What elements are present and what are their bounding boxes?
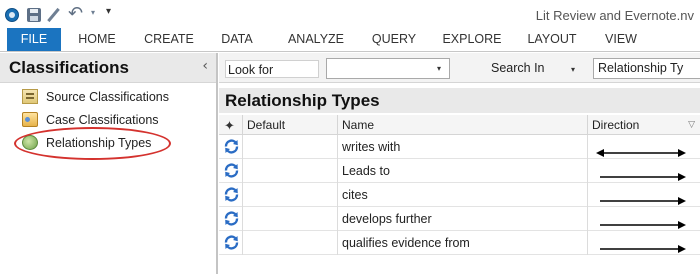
name-cell[interactable]: Leads to [338,159,588,183]
nav-item-label: Source Classifications [46,90,169,104]
look-for-label: Look for [225,60,319,78]
chevron-down-icon[interactable]: ▾ [437,64,441,73]
name-cell[interactable]: qualifies evidence from [338,231,588,255]
customize-toolbar-icon[interactable]: ▾ [106,6,111,17]
name-cell[interactable]: writes with [338,135,588,159]
save-icon[interactable] [27,8,41,22]
name-cell[interactable]: develops further [338,207,588,231]
collapse-pane-icon[interactable]: ‹ [202,58,208,74]
undo-icon[interactable]: ↶ [68,3,83,24]
table-row[interactable]: writes with [219,135,700,159]
relationship-refresh-icon [223,162,240,179]
table-row[interactable]: Leads to [219,159,700,183]
column-header-direction-label: Direction [592,118,640,132]
case-classification-icon [22,112,38,127]
navigation-pane-title: Classifications [9,58,129,77]
tab-analyze[interactable]: ANALYZE [280,28,352,51]
tab-view[interactable]: VIEW [599,28,643,51]
app-logo-icon[interactable] [5,8,19,22]
default-cell[interactable] [243,231,338,255]
tab-query[interactable]: QUERY [367,28,421,51]
column-header-pin[interactable]: ✦ [219,115,243,135]
relationship-types-table: ✦ Default Name Direction ▽ writes with Le… [219,115,700,255]
row-icon-cell [219,159,243,183]
default-cell[interactable] [243,135,338,159]
column-header-default[interactable]: Default [243,115,338,135]
name-cell[interactable]: cites [338,183,588,207]
title-bar: ↶ ▾ ▾ Lit Review and Evernote.nv [0,0,700,28]
undo-dropdown-icon[interactable]: ▾ [91,8,95,17]
search-in-label[interactable]: Search In [491,61,545,75]
nav-item-source-classifications[interactable]: Source Classifications [22,88,169,106]
row-icon-cell [219,231,243,255]
direction-cell [588,159,700,183]
nav-item-label: Case Classifications [46,113,159,127]
row-icon-cell [219,183,243,207]
tab-data[interactable]: DATA [214,28,260,51]
default-cell[interactable] [243,183,338,207]
table-row[interactable]: cites [219,183,700,207]
window-title: Lit Review and Evernote.nv [535,8,694,23]
column-header-direction[interactable]: Direction ▽ [588,115,700,135]
chevron-down-icon[interactable]: ▾ [571,65,575,74]
relationship-refresh-icon [223,234,240,251]
default-cell[interactable] [243,159,338,183]
source-classification-icon [22,89,38,104]
right-arrow-icon [596,238,686,262]
default-cell[interactable] [243,207,338,231]
tab-home[interactable]: HOME [71,28,123,51]
ribbon-tab-bar: FILE HOME CREATE DATA ANALYZE QUERY EXPL… [0,28,700,52]
table-row[interactable]: develops further [219,207,700,231]
row-icon-cell [219,135,243,159]
tab-create[interactable]: CREATE [140,28,198,51]
search-in-field[interactable]: Relationship Ty [593,58,700,79]
direction-cell [588,231,700,255]
direction-cell [588,135,700,159]
table-body: writes with Leads to cites develops further… [219,135,700,255]
row-icon-cell [219,207,243,231]
relationship-refresh-icon [223,186,240,203]
find-bar: Look for ▾ Search In ▾ Relationship Ty [219,53,700,83]
highlight-annotation [14,127,171,160]
column-header-name[interactable]: Name [338,115,588,135]
table-row[interactable]: qualifies evidence from [219,231,700,255]
tab-explore[interactable]: EXPLORE [439,28,505,51]
navigation-pane: Classifications ‹ Source Classifications… [0,53,218,274]
table-header: ✦ Default Name Direction ▽ [219,115,700,135]
tab-layout[interactable]: LAYOUT [522,28,582,51]
direction-cell [588,207,700,231]
look-for-input[interactable]: ▾ [326,58,450,79]
direction-cell [588,183,700,207]
navigation-pane-header: Classifications [0,53,216,83]
pen-icon[interactable] [47,7,60,23]
filter-icon[interactable]: ▽ [688,115,695,135]
tab-file[interactable]: FILE [7,28,61,51]
relationship-refresh-icon [223,210,240,227]
list-view-title: Relationship Types [219,88,700,113]
relationship-refresh-icon [223,138,240,155]
pin-icon: ✦ [224,119,235,134]
